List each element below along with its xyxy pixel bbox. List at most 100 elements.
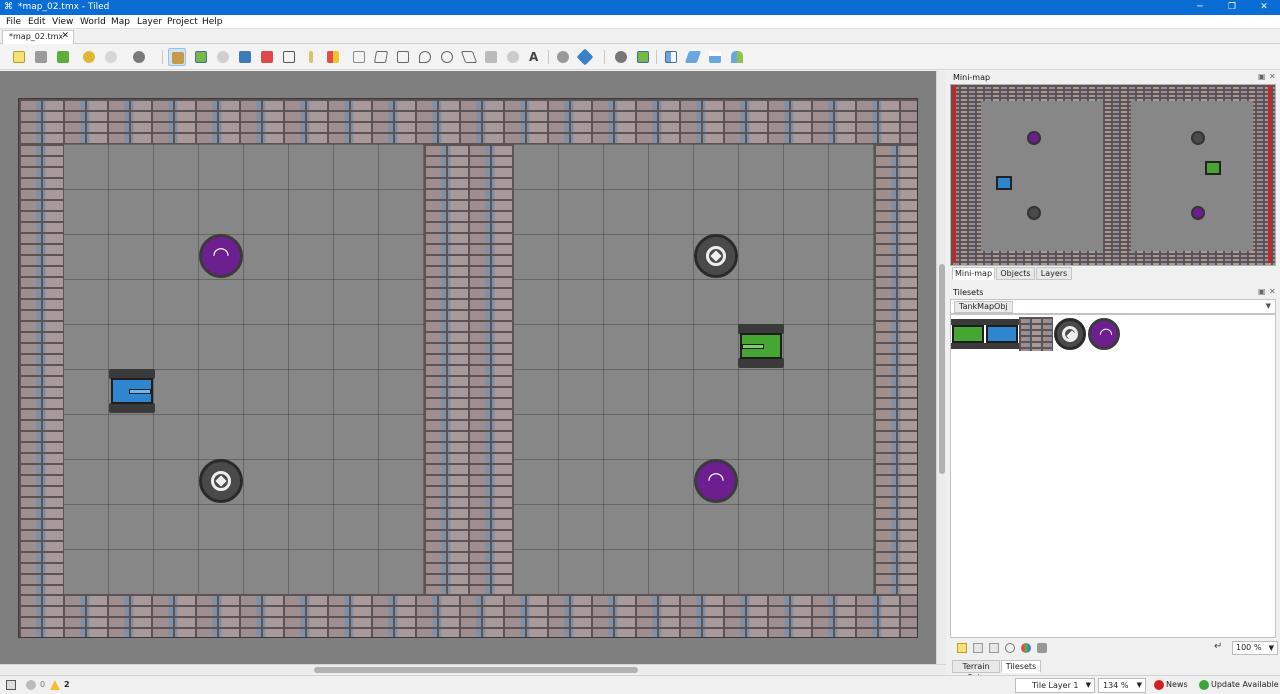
menu-view[interactable]: View	[52, 16, 73, 28]
redo-icon[interactable]	[102, 48, 120, 66]
random-mode-icon[interactable]	[554, 48, 572, 66]
wang-fill-icon[interactable]	[576, 48, 594, 66]
blue-tank-tile[interactable]	[985, 317, 1019, 351]
insert-template-icon[interactable]	[504, 48, 522, 66]
stamp-brush-icon[interactable]	[168, 48, 186, 66]
rotate-left-icon[interactable]	[612, 48, 630, 66]
float-panel-icon[interactable]: ▣	[1258, 72, 1266, 81]
edit-polygons-icon[interactable]	[372, 48, 390, 66]
float-panel-icon[interactable]: ▣	[1258, 287, 1266, 296]
close-tab-icon[interactable]: ✕	[61, 31, 69, 41]
eraser-icon[interactable]	[258, 48, 276, 66]
vertical-scrollbar[interactable]	[936, 71, 946, 664]
map-zoom-select[interactable]: 134 % ▼	[1098, 678, 1146, 693]
insert-polygon-icon[interactable]	[460, 48, 478, 66]
maximize-button[interactable]: ❐	[1216, 0, 1248, 15]
rect-select-icon[interactable]	[280, 48, 298, 66]
rotate-icon[interactable]	[706, 48, 724, 66]
gear-token[interactable]	[199, 459, 243, 503]
document-tab-label: *map_02.tmx	[9, 32, 64, 41]
brick-tile[interactable]	[1019, 317, 1053, 351]
export-tileset-icon[interactable]	[989, 643, 999, 653]
error-icon[interactable]	[26, 680, 36, 690]
flip-horizontal-icon[interactable]	[634, 48, 652, 66]
select-same-tile-icon[interactable]	[324, 48, 342, 66]
select-objects-icon[interactable]	[350, 48, 368, 66]
tab-terrain-sets[interactable]: Terrain Sets	[952, 660, 1000, 682]
minimize-button[interactable]: ─	[1184, 0, 1216, 15]
tileset-tab[interactable]: TankMapObj	[954, 301, 1013, 313]
magic-wand-icon[interactable]	[302, 48, 320, 66]
warning-count: 2	[64, 680, 70, 689]
insert-ellipse-icon[interactable]	[438, 48, 456, 66]
flip-icon[interactable]	[728, 48, 746, 66]
gear-icon	[211, 471, 231, 491]
menu-edit[interactable]: Edit	[28, 16, 45, 28]
green-tank[interactable]	[738, 324, 784, 368]
signal-token[interactable]: ◠	[199, 234, 243, 278]
gear-tile[interactable]	[1053, 317, 1087, 351]
menu-file[interactable]: File	[6, 16, 21, 28]
document-tab[interactable]: *map_02.tmx ✕	[2, 30, 74, 44]
layer-select[interactable]: Tile Layer 1 ▼	[1015, 678, 1095, 693]
bottom-wall	[19, 594, 917, 637]
vertical-scroll-thumb[interactable]	[939, 264, 945, 474]
news-button[interactable]: News	[1166, 680, 1188, 690]
remove-tileset-icon[interactable]	[1037, 643, 1047, 653]
menu-layer[interactable]: Layer	[137, 16, 162, 28]
news-icon	[1154, 680, 1164, 690]
tank-tread	[109, 403, 155, 413]
tab-minimap[interactable]: Mini-map	[952, 267, 995, 280]
tileset-view[interactable]: ◠	[950, 314, 1276, 638]
shape-fill-icon[interactable]	[236, 48, 254, 66]
minimap-panel-title: Mini-map	[953, 73, 991, 82]
green-tank-tile[interactable]	[951, 317, 985, 351]
horizontal-scrollbar[interactable]	[0, 664, 946, 674]
tab-objects[interactable]: Objects	[996, 267, 1035, 280]
signal-tile[interactable]: ◠	[1087, 317, 1121, 351]
minimap-view[interactable]	[950, 84, 1276, 266]
tab-layers[interactable]: Layers	[1036, 267, 1072, 280]
bucket-fill-icon[interactable]	[214, 48, 232, 66]
map-viewport[interactable]: ◠ ◠	[0, 71, 936, 664]
menu-project[interactable]: Project	[167, 16, 198, 28]
tile-map[interactable]: ◠ ◠	[18, 98, 918, 638]
insert-text-icon[interactable]: A	[526, 48, 544, 66]
new-tileset-icon[interactable]	[957, 643, 967, 653]
dynamic-wrap-icon[interactable]: ↵	[1214, 641, 1222, 652]
console-icon[interactable]	[6, 680, 16, 690]
flip-vertical-icon[interactable]	[662, 48, 680, 66]
new-map-icon[interactable]	[10, 48, 28, 66]
tileset-colors-icon[interactable]	[1021, 643, 1031, 653]
embed-tileset-icon[interactable]	[973, 643, 983, 653]
save-icon[interactable]	[54, 48, 72, 66]
close-panel-icon[interactable]: ✕	[1269, 72, 1276, 81]
terrain-brush-icon[interactable]	[192, 48, 210, 66]
tileset-zoom-select[interactable]: 100 % ▼	[1232, 641, 1278, 655]
gear-token[interactable]	[694, 234, 738, 278]
menu-help[interactable]: Help	[202, 16, 223, 28]
tab-tilesets[interactable]: Tilesets	[1001, 660, 1041, 673]
tileset-tab-bar: TankMapObj ▼	[950, 299, 1276, 314]
insert-tile-icon[interactable]	[482, 48, 500, 66]
commands-icon[interactable]	[130, 48, 156, 66]
signal-token[interactable]: ◠	[694, 459, 738, 503]
rotate-right-icon[interactable]	[684, 48, 702, 66]
edit-tileset-icon[interactable]	[1005, 643, 1015, 653]
map-zoom-value: 134 %	[1103, 681, 1129, 690]
warning-icon[interactable]	[50, 680, 60, 690]
open-icon[interactable]	[32, 48, 50, 66]
menu-world[interactable]: World	[80, 16, 106, 28]
chevron-down-icon: ▼	[1136, 681, 1142, 689]
close-button[interactable]: ✕	[1248, 0, 1280, 15]
insert-rectangle-icon[interactable]	[394, 48, 412, 66]
close-panel-icon[interactable]: ✕	[1269, 287, 1276, 296]
menu-map[interactable]: Map	[111, 16, 130, 28]
insert-point-icon[interactable]	[416, 48, 434, 66]
blue-tank[interactable]	[109, 369, 155, 413]
horizontal-scroll-thumb[interactable]	[314, 667, 638, 673]
chevron-down-icon[interactable]: ▼	[1266, 302, 1271, 310]
update-available-button[interactable]: Update Available	[1211, 680, 1279, 690]
undo-icon[interactable]	[80, 48, 98, 66]
minimap-view-frame[interactable]	[953, 85, 1271, 263]
